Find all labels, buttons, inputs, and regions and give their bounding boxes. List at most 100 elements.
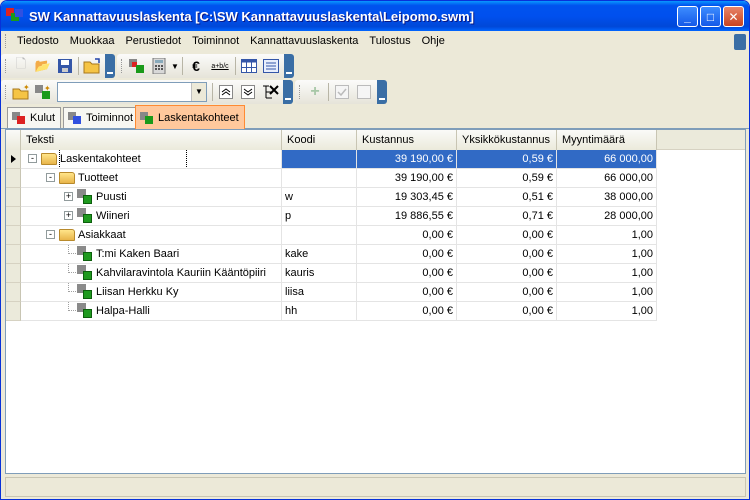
add-icon[interactable]: + xyxy=(304,81,326,103)
row-indicator[interactable] xyxy=(6,245,21,264)
cell-koodi[interactable] xyxy=(282,169,357,188)
expand-icon[interactable]: + xyxy=(64,211,73,220)
new-object-icon[interactable]: ✦ xyxy=(32,81,54,103)
cell-text[interactable]: - Tuotteet xyxy=(21,169,282,188)
close-button[interactable]: ✕ xyxy=(723,6,744,27)
menu-tiedosto[interactable]: Tiedosto xyxy=(12,31,65,51)
cell-myyntimaara[interactable]: 66 000,00 xyxy=(557,150,657,169)
menu-muokkaa[interactable]: Muokkaa xyxy=(65,31,121,51)
new-folder-icon[interactable]: ✦ xyxy=(10,81,32,103)
menu-kannattavuuslaskenta[interactable]: Kannattavuuslaskenta xyxy=(245,31,364,51)
header-teksti[interactable]: Teksti xyxy=(21,130,282,150)
calculator-icon[interactable] xyxy=(148,55,170,77)
header-kustannus[interactable]: Kustannus xyxy=(357,130,457,150)
tab-kulut[interactable]: Kulut xyxy=(7,107,62,128)
title-bar[interactable]: SW Kannattavuuslaskenta [C:\SW Kannattav… xyxy=(1,1,749,31)
cell-text[interactable]: Halpa-Halli xyxy=(21,302,282,321)
toolbar-options-button[interactable] xyxy=(377,80,387,104)
cell-text[interactable]: Liisan Herkku Ky xyxy=(21,283,282,302)
cell-koodi[interactable]: kauris xyxy=(282,264,357,283)
cell-myyntimaara[interactable]: 38 000,00 xyxy=(557,188,657,207)
folder-open-icon[interactable] xyxy=(81,55,103,77)
report-icon[interactable] xyxy=(260,55,282,77)
cell-kustannus[interactable]: 19 303,45 € xyxy=(357,188,457,207)
selection-combo[interactable]: ▼ xyxy=(57,82,207,102)
header-yksikkokustannus[interactable]: Yksikkökustannus xyxy=(457,130,557,150)
cell-kustannus[interactable]: 0,00 € xyxy=(357,302,457,321)
cell-koodi[interactable]: liisa xyxy=(282,283,357,302)
maximize-button[interactable]: □ xyxy=(700,6,721,27)
cell-text[interactable]: + Puusti xyxy=(21,188,282,207)
cell-myyntimaara[interactable]: 1,00 xyxy=(557,302,657,321)
table-row[interactable]: Halpa-Halli hh 0,00 €0,00 €1,00 xyxy=(6,302,661,321)
menu-perustiedot[interactable]: Perustiedot xyxy=(120,31,187,51)
save-icon[interactable] xyxy=(54,55,76,77)
header-koodi[interactable]: Koodi xyxy=(282,130,357,150)
menu-grip[interactable] xyxy=(5,34,8,48)
table-row[interactable]: + Wiineri p 19 886,55 €0,71 €28 000,00 xyxy=(6,207,661,226)
cell-text[interactable]: Kahvilaravintola Kauriin Kääntöpiiri xyxy=(21,264,282,283)
new-file-icon[interactable]: 🗋 xyxy=(10,55,32,77)
tree-delete-icon[interactable] xyxy=(259,81,281,103)
cell-kustannus[interactable]: 39 190,00 € xyxy=(357,169,457,188)
cell-kustannus[interactable]: 39 190,00 € xyxy=(357,150,457,169)
toolbar-grip[interactable] xyxy=(121,59,124,73)
table-row[interactable]: - Laskentakohteet 39 190,00 €0,59 €66 000,… xyxy=(6,150,661,169)
checkbox-icon[interactable] xyxy=(331,81,353,103)
euro-icon[interactable]: € xyxy=(185,55,207,77)
cell-text[interactable]: - Asiakkaat xyxy=(21,226,282,245)
toolbar-grip[interactable] xyxy=(5,59,8,73)
toolbar-grip[interactable] xyxy=(299,85,302,99)
combo-dropdown-icon[interactable]: ▼ xyxy=(191,83,206,101)
row-indicator[interactable] xyxy=(6,302,21,321)
cell-yksikkokustannus[interactable]: 0,59 € xyxy=(457,150,557,169)
table-icon[interactable] xyxy=(238,55,260,77)
empty-checkbox-icon[interactable] xyxy=(353,81,375,103)
cell-kustannus[interactable]: 19 886,55 € xyxy=(357,207,457,226)
cell-myyntimaara[interactable]: 1,00 xyxy=(557,245,657,264)
row-indicator[interactable] xyxy=(6,207,21,226)
cell-koodi[interactable] xyxy=(282,150,357,169)
row-indicator[interactable] xyxy=(6,283,21,302)
menu-tulostus[interactable]: Tulostus xyxy=(364,31,416,51)
menu-ohje[interactable]: Ohje xyxy=(417,31,451,51)
menu-overflow-button[interactable] xyxy=(734,34,746,50)
cell-yksikkokustannus[interactable]: 0,00 € xyxy=(457,283,557,302)
menu-toiminnot[interactable]: Toiminnot xyxy=(187,31,245,51)
objects-icon[interactable] xyxy=(126,55,148,77)
collapse-icon[interactable]: - xyxy=(46,173,55,182)
cell-yksikkokustannus[interactable]: 0,59 € xyxy=(457,169,557,188)
row-indicator[interactable] xyxy=(6,150,21,169)
cell-kustannus[interactable]: 0,00 € xyxy=(357,245,457,264)
collapse-all-icon[interactable] xyxy=(215,81,237,103)
cell-koodi[interactable]: hh xyxy=(282,302,357,321)
row-indicator[interactable] xyxy=(6,188,21,207)
table-row[interactable]: - Asiakkaat 0,00 €0,00 €1,00 xyxy=(6,226,661,245)
table-row[interactable]: - Tuotteet 39 190,00 €0,59 €66 000,00 xyxy=(6,169,661,188)
collapse-icon[interactable]: - xyxy=(28,154,37,163)
cell-yksikkokustannus[interactable]: 0,00 € xyxy=(457,302,557,321)
cell-kustannus[interactable]: 0,00 € xyxy=(357,226,457,245)
toolbar-options-button[interactable] xyxy=(283,80,293,104)
row-indicator[interactable] xyxy=(6,169,21,188)
table-row[interactable]: Liisan Herkku Ky liisa 0,00 €0,00 €1,00 xyxy=(6,283,661,302)
cell-kustannus[interactable]: 0,00 € xyxy=(357,283,457,302)
row-indicator[interactable] xyxy=(6,226,21,245)
tree-grid[interactable]: Teksti Koodi Kustannus Yksikkökustannus … xyxy=(5,129,746,474)
tab-toiminnot[interactable]: Toiminnot xyxy=(63,107,140,128)
table-row[interactable]: Kahvilaravintola Kauriin Kääntöpiiri kaur… xyxy=(6,264,661,283)
expand-icon[interactable]: + xyxy=(64,192,73,201)
open-file-icon[interactable]: 📂 xyxy=(32,55,54,77)
cell-yksikkokustannus[interactable]: 0,00 € xyxy=(457,226,557,245)
cell-koodi[interactable]: w xyxy=(282,188,357,207)
cell-myyntimaara[interactable]: 1,00 xyxy=(557,226,657,245)
header-myyntimaara[interactable]: Myyntimäärä xyxy=(557,130,657,150)
cell-yksikkokustannus[interactable]: 0,51 € xyxy=(457,188,557,207)
cell-text[interactable]: - Laskentakohteet xyxy=(21,150,282,169)
collapse-icon[interactable]: - xyxy=(46,230,55,239)
cell-myyntimaara[interactable]: 1,00 xyxy=(557,264,657,283)
expand-all-icon[interactable] xyxy=(237,81,259,103)
cell-myyntimaara[interactable]: 28 000,00 xyxy=(557,207,657,226)
cell-koodi[interactable] xyxy=(282,226,357,245)
fraction-icon[interactable]: a+b/c xyxy=(207,55,233,77)
